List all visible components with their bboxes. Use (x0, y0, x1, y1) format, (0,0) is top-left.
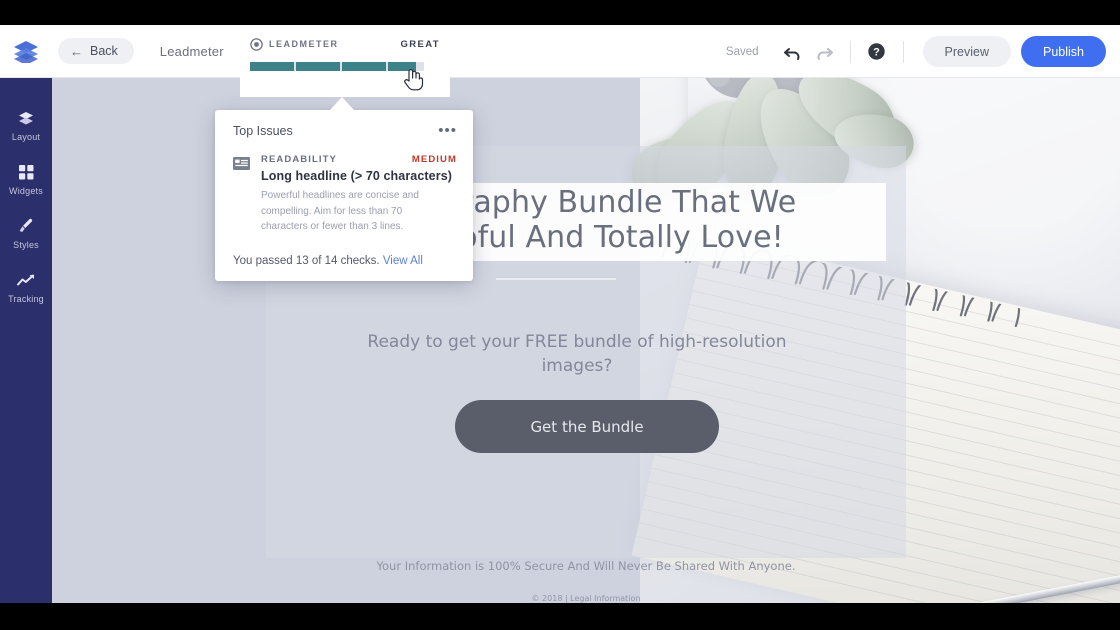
leadmeter-segment-2 (296, 62, 340, 71)
sidebar-item-tracking[interactable]: Tracking (0, 260, 52, 314)
checks-passed-text: You passed 13 of 14 checks. (233, 254, 380, 267)
preview-button[interactable]: Preview (922, 36, 1011, 67)
leadmeter-progress-bar[interactable] (250, 62, 424, 91)
get-the-bundle-button[interactable]: Get the Bundle (455, 400, 719, 453)
document-title: Leadmeter (159, 43, 224, 59)
popup-footer: You passed 13 of 14 checks. View All (215, 241, 473, 281)
page-canvas[interactable]: Photography Bundle That We er Helpful An… (52, 78, 1120, 603)
leadmeter-segment-1 (250, 62, 294, 71)
undo-arrow-icon[interactable] (779, 37, 809, 67)
sidebar-item-label: Styles (13, 240, 39, 250)
issue-category: READABILITY (261, 154, 337, 165)
sidebar-item-widgets[interactable]: Widgets (0, 152, 52, 206)
question-mark-circle-icon[interactable]: ? (862, 37, 892, 67)
headline-divider (496, 278, 616, 280)
ellipsis-icon[interactable]: ••• (438, 123, 457, 138)
back-button[interactable]: ← Back (58, 38, 134, 64)
trend-line-icon (0, 272, 52, 288)
sidebar-item-label: Widgets (9, 186, 43, 196)
back-button-label: Back (90, 44, 118, 58)
toolbar-actions: Saved ? Preview Publish (726, 25, 1106, 78)
grid-blocks-icon (0, 164, 52, 180)
application-window: ← Back Leadmeter Saved ? Preview Publish… (0, 25, 1120, 603)
sidebar-item-layout[interactable]: Layout (0, 98, 52, 152)
letterbox-bottom (0, 603, 1120, 630)
paintbrush-icon (0, 218, 52, 234)
popup-header: Top Issues ••• (215, 110, 473, 146)
sidebar-item-label: Layout (11, 132, 41, 142)
top-toolbar: ← Back Leadmeter Saved ? Preview Publish (0, 25, 1120, 78)
letterbox-top (0, 0, 1120, 25)
saved-status-label: Saved (725, 45, 759, 58)
toolbar-divider-1 (849, 40, 851, 63)
view-all-link[interactable]: View All (383, 255, 423, 267)
issue-description: Powerful headlines are concise and compe… (261, 190, 419, 232)
legal-footer: © 2018 | Legal Information (531, 594, 641, 603)
left-sidebar: Layout Widgets Styles Tracking (0, 78, 52, 603)
layers-icon (0, 110, 52, 126)
layers-logo-icon[interactable] (0, 25, 52, 78)
leadmeter-header: LEADMETER GREAT (250, 36, 440, 52)
popup-title: Top Issues (233, 124, 293, 138)
arrow-left-icon: ← (70, 43, 83, 59)
leadmeter-segment-4 (388, 62, 416, 71)
leadmeter-segment-3 (342, 62, 386, 71)
publish-button[interactable]: Publish (1021, 36, 1106, 67)
target-icon (250, 37, 263, 51)
page-subheadline[interactable]: Ready to get your FREE bundle of high-re… (342, 330, 812, 378)
issue-severity-badge: MEDIUM (411, 154, 457, 165)
security-note: Your Information is 100% Secure And Will… (376, 559, 796, 573)
leadmeter-label: LEADMETER (269, 39, 339, 49)
issue-item[interactable]: READABILITY MEDIUM Long headline (> 70 c… (215, 146, 473, 241)
toolbar-divider-2 (902, 40, 904, 63)
sidebar-item-styles[interactable]: Styles (0, 206, 52, 260)
popup-arrow (330, 97, 354, 110)
issue-headline: Long headline (> 70 characters) (261, 169, 453, 183)
leadmeter-rating: GREAT (400, 38, 440, 50)
leadmeter-widget[interactable]: LEADMETER GREAT (240, 25, 450, 97)
issue-body: READABILITY MEDIUM Long headline (> 70 c… (261, 154, 457, 235)
redo-arrow-icon[interactable] (809, 37, 839, 67)
issue-meta-row: READABILITY MEDIUM (261, 154, 457, 165)
svg-text:?: ? (873, 47, 880, 59)
top-issues-popup: Top Issues ••• READABILITY MEDIUM Long h… (215, 110, 473, 281)
sidebar-item-label: Tracking (8, 294, 44, 304)
readability-block-icon (233, 157, 250, 170)
